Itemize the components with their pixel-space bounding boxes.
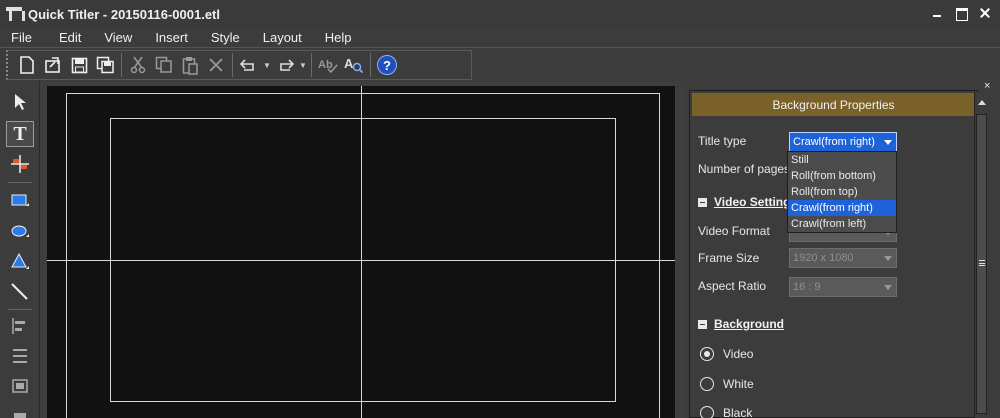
palette-separator xyxy=(8,309,32,310)
menu-edit[interactable]: Edit xyxy=(58,30,82,45)
find-icon[interactable]: A xyxy=(341,53,367,77)
spell-check-icon[interactable]: Ab xyxy=(315,53,341,77)
line-icon[interactable] xyxy=(6,279,34,305)
aspect-ratio-value: 16 : 9 xyxy=(793,281,821,293)
menu-view[interactable]: View xyxy=(103,30,133,45)
horizontal-center-guide xyxy=(47,260,675,261)
menu-help[interactable]: Help xyxy=(324,30,353,45)
distribute-icon[interactable] xyxy=(6,343,34,369)
aspect-ratio-label: Aspect Ratio xyxy=(698,279,767,293)
toolbar-separator xyxy=(311,53,312,77)
radio-button[interactable] xyxy=(700,406,714,418)
bg-option-video[interactable]: Video xyxy=(700,347,753,361)
palette-separator xyxy=(8,182,32,183)
cut-icon[interactable] xyxy=(125,53,151,77)
toolbar-separator xyxy=(370,53,371,77)
redo-icon[interactable] xyxy=(272,53,298,77)
chevron-down-icon xyxy=(884,256,892,261)
toolbar-strip: ▼ ▼ Ab A ? xyxy=(6,50,472,80)
menu-bar: File Edit View Insert Style Layout Help xyxy=(0,28,1000,47)
dropdown-option[interactable]: Crawl(from left) xyxy=(788,216,896,232)
bg-option-black[interactable]: Black xyxy=(700,406,752,418)
svg-text:A: A xyxy=(344,56,354,71)
title-type-select[interactable]: Crawl(from right) xyxy=(789,132,897,152)
frame-size-label: Frame Size xyxy=(698,251,760,265)
menu-file[interactable]: File xyxy=(10,30,33,45)
chevron-down-icon xyxy=(884,140,892,145)
save-icon[interactable] xyxy=(66,53,92,77)
radio-button[interactable] xyxy=(700,377,714,391)
collapse-icon xyxy=(698,197,707,207)
menu-style[interactable]: Style xyxy=(210,30,241,45)
delete-icon[interactable] xyxy=(203,53,229,77)
properties-box: Background Properties Title type Crawl(f… xyxy=(689,90,978,418)
triangle-icon[interactable] xyxy=(6,248,34,274)
window-controls xyxy=(930,6,992,21)
pages-label: Number of pages xyxy=(698,162,791,176)
title-type-label: Title type xyxy=(698,134,747,148)
paste-icon[interactable] xyxy=(177,53,203,77)
video-setting-section[interactable]: Video Setting xyxy=(698,195,790,209)
frame-icon[interactable] xyxy=(6,373,34,399)
toolbar-separator xyxy=(232,53,233,77)
panel-scrollbar[interactable] xyxy=(974,92,988,418)
dropdown-option[interactable]: Still xyxy=(788,152,896,168)
tool-palette: T xyxy=(0,81,40,418)
grip-icon xyxy=(979,260,985,266)
vertical-center-guide xyxy=(361,86,362,418)
frame-size-value: 1920 x 1080 xyxy=(793,252,854,264)
help-button[interactable]: ? xyxy=(374,53,400,77)
help-icon: ? xyxy=(377,55,397,75)
center-guide-icon[interactable] xyxy=(6,151,34,177)
undo-dropdown-icon[interactable]: ▼ xyxy=(262,53,272,77)
close-icon[interactable] xyxy=(978,6,992,20)
dropdown-option[interactable]: Roll(from top) xyxy=(788,184,896,200)
new-icon[interactable] xyxy=(14,53,40,77)
title-type-dropdown: Still Roll(from bottom) Roll(from top) C… xyxy=(787,151,897,233)
svg-text:Ab: Ab xyxy=(318,59,333,71)
select-arrow-icon[interactable] xyxy=(6,89,34,115)
aspect-ratio-select[interactable]: 16 : 9 xyxy=(789,277,897,297)
chevron-down-icon xyxy=(884,285,892,290)
redo-dropdown-icon[interactable]: ▼ xyxy=(298,53,308,77)
panel-close-icon[interactable]: × xyxy=(984,81,994,92)
rectangle-icon[interactable] xyxy=(6,187,34,213)
maximize-icon[interactable] xyxy=(954,6,968,21)
radio-button[interactable] xyxy=(700,347,714,361)
title-type-value: Crawl(from right) xyxy=(793,136,875,148)
scroll-up-icon[interactable] xyxy=(978,100,986,105)
canvas-area xyxy=(40,81,686,418)
menu-layout[interactable]: Layout xyxy=(262,30,303,45)
align-icon[interactable] xyxy=(6,313,34,339)
toolbar-separator xyxy=(121,53,122,77)
background-section[interactable]: Background xyxy=(698,317,784,331)
title-bar: Quick Titler - 20150116-0001.etl xyxy=(0,0,1000,28)
text-tool-icon[interactable]: T xyxy=(6,121,34,147)
save-as-icon[interactable] xyxy=(92,53,118,77)
collapse-icon xyxy=(698,319,707,329)
undo-icon[interactable] xyxy=(236,53,262,77)
title-canvas[interactable] xyxy=(47,86,675,418)
video-format-label: Video Format xyxy=(698,224,770,238)
scroll-thumb[interactable] xyxy=(976,114,987,414)
app-logo-icon xyxy=(6,7,25,21)
toolbar: ▼ ▼ Ab A ? xyxy=(0,47,1000,81)
window-title: Quick Titler - 20150116-0001.etl xyxy=(28,6,220,22)
copy-icon[interactable] xyxy=(151,53,177,77)
bg-option-white[interactable]: White xyxy=(700,377,754,391)
minimize-icon[interactable] xyxy=(930,6,944,20)
dropdown-option[interactable]: Roll(from bottom) xyxy=(788,168,896,184)
properties-panel: × Background Properties Title type Crawl… xyxy=(686,81,1000,418)
open-icon[interactable] xyxy=(40,53,66,77)
panel-header: Background Properties xyxy=(692,93,975,116)
more-tools-icon[interactable] xyxy=(6,403,34,418)
ellipse-icon[interactable] xyxy=(6,218,34,244)
frame-size-select[interactable]: 1920 x 1080 xyxy=(789,248,897,268)
menu-insert[interactable]: Insert xyxy=(154,30,189,45)
dropdown-option-selected[interactable]: Crawl(from right) xyxy=(788,200,896,216)
